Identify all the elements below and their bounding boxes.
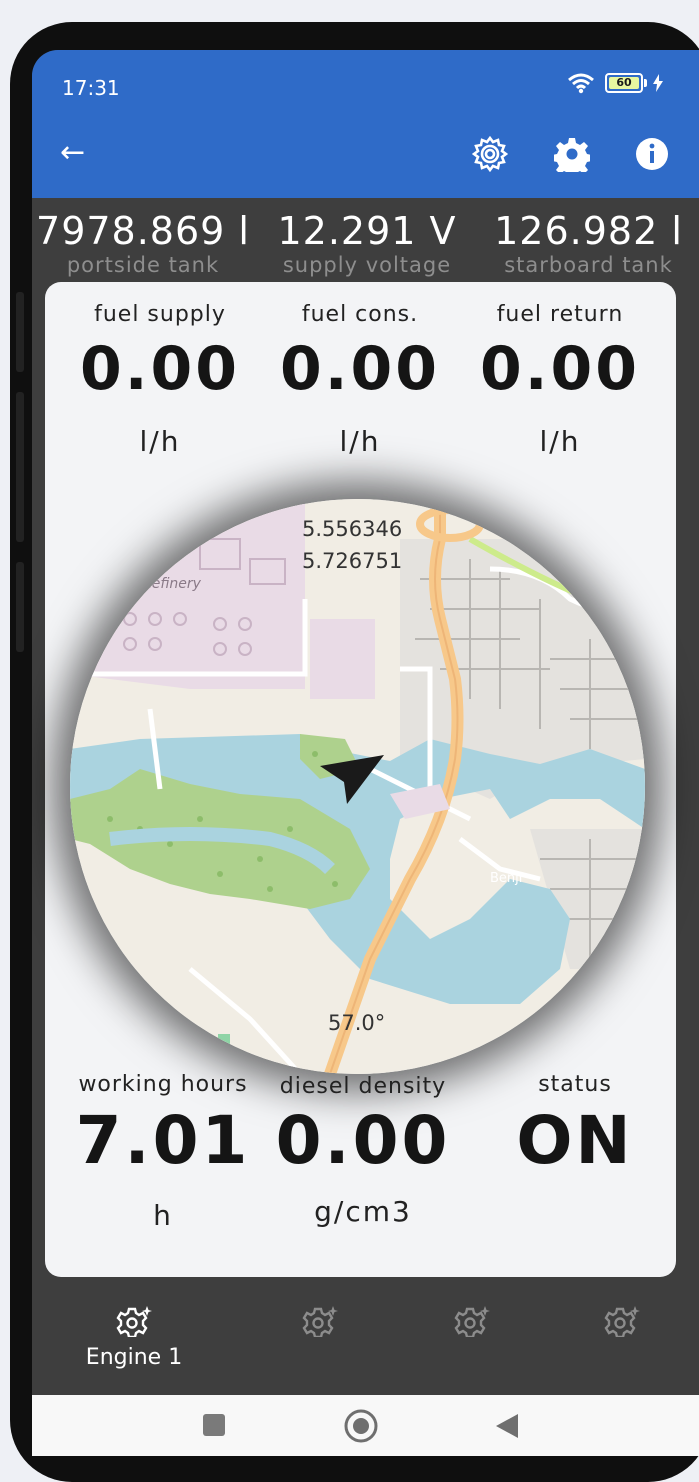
- tab-engine-1[interactable]: Engine 1: [74, 1305, 194, 1370]
- metric-unit: l/h: [139, 425, 181, 458]
- engine-settings-button[interactable]: [470, 134, 510, 174]
- tab-engine-2[interactable]: [260, 1305, 380, 1341]
- heading-readout: 57.0°: [328, 1011, 386, 1035]
- charging-icon: [653, 74, 663, 92]
- map-view[interactable]: 5.556346 5.726751 Refinery Benji 57.0°: [70, 499, 645, 1074]
- volume-button: [16, 292, 24, 372]
- metric-label: fuel cons.: [301, 302, 419, 327]
- recents-button[interactable]: [203, 1414, 225, 1436]
- power-button: [16, 562, 24, 652]
- metric-label: working hours: [78, 1072, 248, 1097]
- voltage-label: supply voltage: [282, 253, 452, 277]
- diesel-density-metric: diesel density 0.00 g/cm3: [263, 1074, 463, 1228]
- starboard-tank: 126.982 l starboard tank: [478, 208, 699, 276]
- voltage-value: 12.291 V: [277, 209, 457, 253]
- working-hours-metric: working hours 7.01 h: [57, 1072, 269, 1232]
- back-button[interactable]: ←: [60, 138, 85, 168]
- status-metric: status ON: [475, 1072, 675, 1181]
- engine-tab-bar: Engine 1: [32, 1277, 699, 1387]
- metric-label: fuel supply: [94, 302, 226, 327]
- metric-value: 0.00: [279, 334, 441, 404]
- volume-button: [16, 392, 24, 542]
- metric-unit: h: [153, 1199, 173, 1232]
- metric-unit: l/h: [339, 425, 381, 458]
- fuel-supply-metric: fuel supply 0.00 l/h: [60, 302, 260, 458]
- engine-gear-icon: [302, 1306, 338, 1339]
- info-button[interactable]: [632, 134, 672, 174]
- engine-gear-icon: [604, 1306, 640, 1339]
- gear-icon: [554, 138, 590, 172]
- metric-unit: g/cm3: [314, 1195, 412, 1228]
- tank-label: starboard tank: [504, 253, 673, 277]
- back-nav-button[interactable]: [494, 1412, 520, 1440]
- map-place-label: Refinery: [142, 576, 201, 592]
- tab-engine-3[interactable]: [412, 1305, 532, 1341]
- portside-tank: 7978.869 l portside tank: [32, 208, 254, 276]
- settings-button[interactable]: [552, 134, 592, 174]
- longitude-readout: 5.726751: [302, 549, 403, 573]
- engine-gear-icon: [454, 1306, 490, 1339]
- tab-label: Engine 1: [85, 1345, 183, 1370]
- latitude-readout: 5.556346: [302, 517, 403, 541]
- status-time: 17:31: [62, 76, 120, 100]
- tab-engine-4[interactable]: [562, 1305, 682, 1341]
- fuel-cons-metric: fuel cons. 0.00 l/h: [260, 302, 460, 458]
- metric-label: status: [538, 1072, 612, 1097]
- tank-levels: 7978.869 l portside tank 12.291 V supply…: [32, 208, 699, 288]
- status-value: ON: [516, 1102, 634, 1179]
- app-bar: 17:31 60 ←: [32, 50, 699, 198]
- system-navigation-bar: [32, 1395, 699, 1456]
- engine-gear-icon: [116, 1306, 152, 1339]
- wifi-icon: [568, 73, 594, 94]
- metric-label: fuel return: [496, 302, 624, 327]
- engine-card: fuel supply 0.00 l/h fuel cons. 0.00 l/h…: [45, 282, 676, 1277]
- metric-label: diesel density: [279, 1074, 447, 1099]
- status-icons: 60: [567, 72, 663, 94]
- info-icon: [636, 138, 668, 170]
- metric-value: 0.00: [275, 1102, 451, 1179]
- battery-level: 60: [609, 77, 639, 89]
- metric-value: 7.01: [75, 1102, 251, 1179]
- metric-unit: l/h: [539, 425, 581, 458]
- tank-value: 7978.869 l: [36, 209, 250, 253]
- battery-icon: 60: [605, 73, 647, 93]
- home-button[interactable]: [343, 1408, 379, 1444]
- metric-value: 0.00: [79, 334, 241, 404]
- fuel-return-metric: fuel return 0.00 l/h: [460, 302, 660, 458]
- screen: 17:31 60 ← 7978.869 l portside tank 12.2…: [32, 50, 699, 1456]
- map-place-label: Benji: [490, 871, 523, 886]
- supply-voltage: 12.291 V supply voltage: [264, 208, 470, 276]
- vessel-arrow-icon: [320, 755, 384, 804]
- tank-label: portside tank: [66, 253, 220, 277]
- metric-value: 0.00: [479, 334, 641, 404]
- tank-value: 126.982 l: [494, 209, 683, 253]
- gear-outline-icon: [472, 136, 508, 172]
